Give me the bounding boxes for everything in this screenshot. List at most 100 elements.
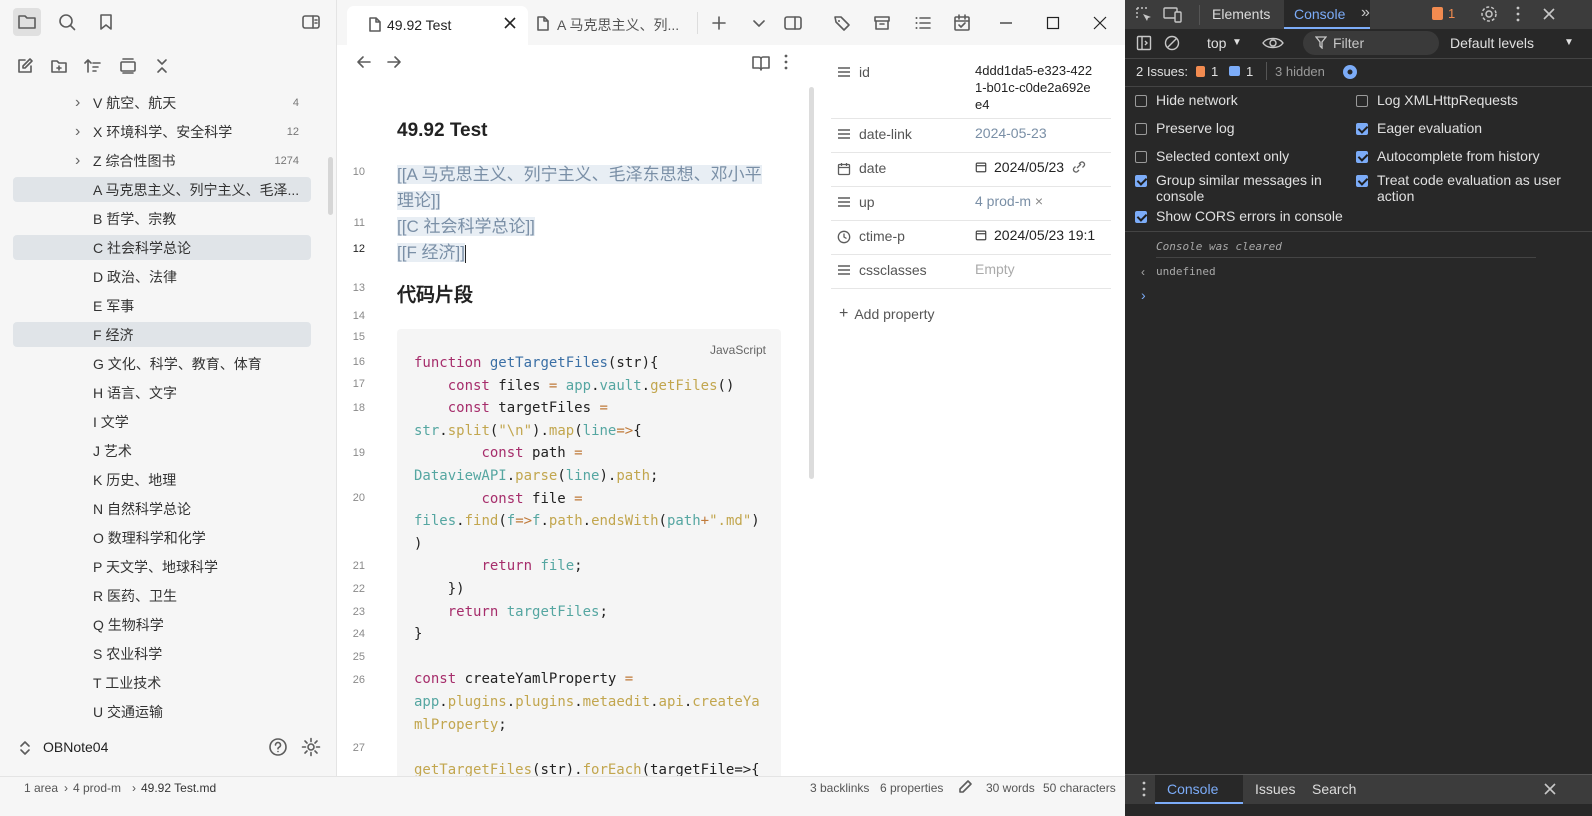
show-sidebar-icon[interactable] xyxy=(1136,35,1152,51)
log-levels-dropdown[interactable]: Default levels xyxy=(1450,35,1534,51)
property-value[interactable]: 4 prod-m × xyxy=(975,193,1043,209)
new-tab-icon[interactable] xyxy=(708,12,730,34)
note-item[interactable]: F 经济 xyxy=(13,322,311,347)
wikilink[interactable]: [[F 经济]] xyxy=(397,238,466,263)
note-item[interactable]: U 交通运输 xyxy=(13,699,311,724)
edit-pencil-icon[interactable] xyxy=(957,779,973,795)
folder-icon[interactable] xyxy=(13,8,41,36)
breadcrumb-file[interactable]: 49.92 Test.md xyxy=(141,781,216,795)
issue-count-badge[interactable]: 1 xyxy=(1448,6,1455,21)
chevron-right-icon[interactable]: › xyxy=(75,123,80,141)
property-key[interactable]: id xyxy=(859,64,870,80)
warning-issue-icon[interactable] xyxy=(1432,7,1443,20)
property-key[interactable]: date-link xyxy=(859,126,912,142)
console-option-checkbox[interactable]: Show CORS errors in console xyxy=(1135,208,1345,224)
tab-elements[interactable]: Elements xyxy=(1212,6,1270,22)
chevron-right-icon[interactable]: › xyxy=(75,94,80,112)
note-item[interactable]: R 医药、卫生 xyxy=(13,583,311,608)
list-icon[interactable] xyxy=(837,128,851,140)
checkbox-checked[interactable] xyxy=(1356,123,1368,135)
window-close-icon[interactable] xyxy=(1089,12,1111,34)
property-row-date[interactable]: date 2024/05/23 xyxy=(831,153,1111,187)
minimize-icon[interactable] xyxy=(995,12,1017,34)
collapse-all-icon[interactable] xyxy=(148,52,176,80)
reading-view-icon[interactable] xyxy=(751,54,771,72)
tab-inactive-note[interactable]: A 马克思主义、列... xyxy=(557,15,679,35)
tab-active-note[interactable]: 49.92 Test xyxy=(347,6,528,45)
console-filter-input[interactable]: Filter xyxy=(1303,31,1439,55)
settings-gear-icon[interactable] xyxy=(301,737,321,757)
note-item[interactable]: Q 生物科学 xyxy=(13,612,311,637)
link-icon[interactable] xyxy=(1064,159,1087,175)
properties-count[interactable]: 6 properties xyxy=(880,781,943,795)
console-prompt-icon[interactable]: › xyxy=(1141,287,1146,303)
hidden-count[interactable]: 3 hidden xyxy=(1275,64,1325,79)
console-option-checkbox[interactable]: Autocomplete from history xyxy=(1356,148,1586,164)
property-value[interactable]: 2024/05/23 xyxy=(975,159,1087,175)
property-row-date-link[interactable]: date-link 2024-05-23 xyxy=(831,119,1111,153)
property-key[interactable]: ctime-p xyxy=(859,228,905,244)
help-icon[interactable] xyxy=(268,737,288,757)
folder-item[interactable]: › X 环境科学、安全科学 12 xyxy=(13,119,311,144)
context-dropdown-icon[interactable]: ▼ xyxy=(1232,37,1242,48)
checkbox-checked[interactable] xyxy=(1356,151,1368,163)
vault-switch-icon[interactable] xyxy=(18,739,32,757)
devtools-settings-icon[interactable] xyxy=(1480,5,1498,23)
devtools-more-icon[interactable] xyxy=(1515,5,1521,23)
property-row-up[interactable]: up 4 prod-m × xyxy=(831,187,1111,221)
devtools-close-icon[interactable] xyxy=(1542,7,1556,21)
breadcrumb-folder[interactable]: 4 prod-m xyxy=(73,781,121,795)
drawer-tab-issues[interactable]: Issues xyxy=(1255,781,1295,797)
issues-info-count[interactable]: 1 xyxy=(1246,64,1253,79)
console-settings-gear-icon[interactable] xyxy=(1341,63,1359,81)
property-key[interactable]: date xyxy=(859,160,886,176)
sort-icon[interactable] xyxy=(79,52,107,80)
calendar-icon[interactable] xyxy=(837,162,851,176)
more-tabs-chevron-icon[interactable]: » xyxy=(1361,4,1370,22)
issues-warn-count[interactable]: 1 xyxy=(1211,64,1218,79)
list-icon[interactable] xyxy=(837,66,851,78)
device-toolbar-icon[interactable] xyxy=(1163,6,1183,24)
archive-icon[interactable] xyxy=(871,12,893,34)
wikilink[interactable]: [[C 社会科学总论]] xyxy=(397,212,535,237)
note-item[interactable]: J 艺术 xyxy=(13,438,311,463)
live-expression-eye-icon[interactable] xyxy=(1262,34,1284,52)
checkbox-checked[interactable] xyxy=(1135,211,1147,223)
checkbox-checked[interactable] xyxy=(1356,175,1368,187)
note-item[interactable]: P 天文学、地球科学 xyxy=(13,554,311,579)
auto-reveal-icon[interactable] xyxy=(114,52,142,80)
issues-label[interactable]: 2 Issues: xyxy=(1136,64,1188,79)
property-row-id[interactable]: id 4ddd1da5-e323-4221-b01c-c0de2a692ee4 xyxy=(831,57,1111,119)
folder-item[interactable]: › V 航空、航天 4 xyxy=(13,90,311,115)
wikilink[interactable]: [[A 马克思主义、列宁主义、毛泽东思想、邓小平 xyxy=(397,160,762,185)
drawer-tab-search[interactable]: Search xyxy=(1312,781,1356,797)
folder-item[interactable]: › Z 综合性图书 1274 xyxy=(13,148,311,173)
list-icon[interactable] xyxy=(837,196,851,208)
console-option-checkbox[interactable]: Hide network xyxy=(1135,92,1345,108)
drawer-more-icon[interactable] xyxy=(1141,780,1147,798)
backlinks-count[interactable]: 3 backlinks xyxy=(810,781,869,795)
console-option-checkbox[interactable]: Preserve log xyxy=(1135,120,1345,136)
note-item[interactable]: D 政治、法律 xyxy=(13,264,311,289)
note-item[interactable]: B 哲学、宗教 xyxy=(13,206,311,231)
close-tab-icon[interactable] xyxy=(503,16,517,30)
console-option-checkbox[interactable]: Treat code evaluation as user action xyxy=(1356,172,1586,204)
note-item[interactable]: C 社会科学总论 xyxy=(13,235,311,260)
sidebar-toggle-icon[interactable] xyxy=(297,8,325,36)
note-item[interactable]: S 农业科学 xyxy=(13,641,311,666)
clear-console-icon[interactable] xyxy=(1164,35,1180,51)
note-item[interactable]: H 语言、文字 xyxy=(13,380,311,405)
property-row-cssclasses[interactable]: cssclasses Empty xyxy=(831,255,1111,289)
add-property-button[interactable]: + Add property xyxy=(839,305,935,323)
property-pill-text[interactable]: 4 prod-m xyxy=(975,193,1031,209)
calendar-check-icon[interactable] xyxy=(951,12,973,34)
property-value[interactable]: Empty xyxy=(975,261,1015,277)
property-key[interactable]: cssclasses xyxy=(859,262,927,278)
property-row-ctime-p[interactable]: ctime-p 2024/05/23 19:1 xyxy=(831,221,1111,255)
note-item[interactable]: I 文学 xyxy=(13,409,311,434)
checkbox-unchecked[interactable] xyxy=(1135,151,1147,163)
breadcrumb-area[interactable]: 1 area xyxy=(24,781,58,795)
property-value[interactable]: 2024-05-23 xyxy=(975,125,1047,141)
checkbox-unchecked[interactable] xyxy=(1356,95,1368,107)
property-value[interactable]: 2024/05/23 19:1 xyxy=(975,227,1095,243)
